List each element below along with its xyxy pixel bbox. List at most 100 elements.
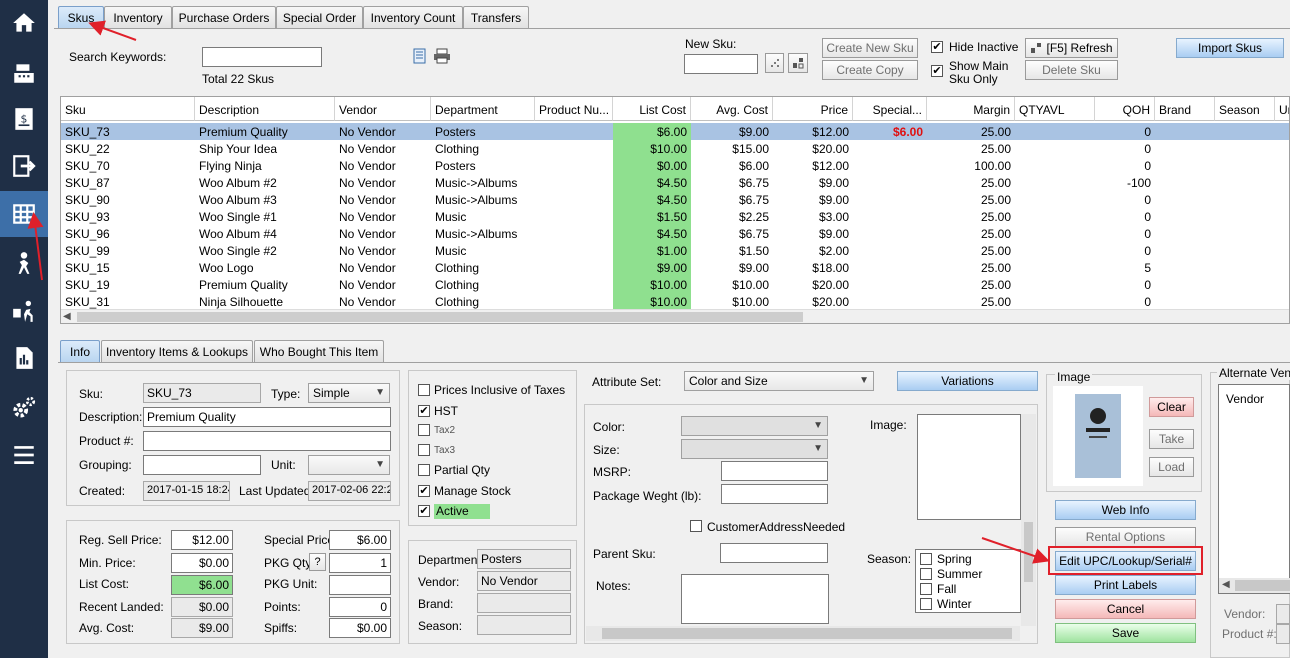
table-row[interactable]: SKU_93 Woo Single #1 No Vendor Music $1.50 $2…	[61, 208, 1289, 225]
alternate-vendor-list[interactable]	[1218, 384, 1290, 594]
take-image-button[interactable]: Take	[1149, 429, 1194, 449]
table-row[interactable]: SKU_70 Flying Ninja No Vendor Posters $0.00 $…	[61, 157, 1289, 174]
web-info-button[interactable]: Web Info	[1055, 500, 1196, 520]
search-input[interactable]	[202, 47, 322, 67]
table-row[interactable]: SKU_19 Premium Quality No Vendor Clothing $1…	[61, 276, 1289, 293]
column-header[interactable]: Season	[1215, 97, 1275, 121]
rental-options-button[interactable]: Rental Options	[1055, 527, 1196, 547]
tab-transfers[interactable]: Transfers	[463, 6, 529, 28]
table-row[interactable]: SKU_73 Premium Quality No Vendor Posters $6.…	[61, 123, 1289, 140]
scrollbar-thumb[interactable]	[602, 628, 1012, 639]
clear-image-button[interactable]: Clear	[1149, 397, 1194, 417]
table-row[interactable]: SKU_15 Woo Logo No Vendor Clothing $9.00 $9.0…	[61, 259, 1289, 276]
column-header[interactable]: QTYAVL	[1015, 97, 1095, 121]
option-checkbox[interactable]	[418, 444, 430, 456]
show-main-sku-checkbox[interactable]: ✔	[931, 65, 943, 77]
menu-icon[interactable]	[0, 432, 48, 478]
customer-address-checkbox[interactable]	[690, 520, 702, 532]
type-select[interactable]: Simple ▼	[308, 383, 390, 403]
tab-inventory-count[interactable]: Inventory Count	[363, 6, 463, 28]
column-header[interactable]: Sku	[61, 97, 195, 121]
tab-skus[interactable]: Skus	[58, 6, 104, 28]
refresh-button[interactable]: [F5] Refresh	[1025, 38, 1118, 58]
column-header[interactable]: Unit Type	[1275, 97, 1289, 121]
load-image-button[interactable]: Load	[1149, 457, 1194, 477]
table-row[interactable]: SKU_96 Woo Album #4 No Vendor Music->Albums…	[61, 225, 1289, 242]
column-header[interactable]: Avg. Cost	[691, 97, 773, 121]
column-header[interactable]: Department	[431, 97, 535, 121]
table-row[interactable]: SKU_31 Ninja Silhouette No Vendor Clothing $…	[61, 293, 1289, 310]
column-header[interactable]: QOH	[1095, 97, 1155, 121]
save-button[interactable]: Save	[1055, 623, 1196, 643]
cancel-button[interactable]: Cancel	[1055, 599, 1196, 619]
register-icon[interactable]	[0, 50, 48, 96]
table-row[interactable]: SKU_99 Woo Single #2 No Vendor Music $1.00 $1…	[61, 242, 1289, 259]
attribute-set-select[interactable]: Color and Size ▼	[684, 371, 874, 391]
document-icon[interactable]	[412, 48, 428, 64]
reg-price-field[interactable]: $12.00	[171, 530, 233, 550]
weight-field[interactable]	[721, 484, 828, 504]
description-field[interactable]: Premium Quality	[143, 407, 391, 427]
option-checkbox[interactable]	[418, 464, 430, 476]
delivery-icon[interactable]	[0, 288, 48, 334]
scroll-left-icon[interactable]: ◀	[63, 311, 71, 322]
alt-vendor-field[interactable]	[1276, 604, 1290, 624]
tab-purchase-orders[interactable]: Purchase Orders	[172, 6, 276, 28]
vertical-scrollbar[interactable]	[1021, 414, 1036, 626]
column-header[interactable]: Brand	[1155, 97, 1215, 121]
horizontal-scrollbar[interactable]: ◀	[61, 309, 1289, 323]
unit-select[interactable]: ▼	[308, 455, 390, 475]
min-price-field[interactable]: $0.00	[171, 553, 233, 573]
tab-inventory-items[interactable]: Inventory Items & Lookups	[101, 340, 253, 362]
scrollbar-thumb[interactable]	[1235, 580, 1290, 591]
msrp-field[interactable]	[721, 461, 828, 481]
product-field[interactable]	[143, 431, 391, 451]
size-select[interactable]: ▼	[681, 439, 828, 459]
generate-sku-icon[interactable]	[765, 53, 784, 73]
pkg-qty-help-button[interactable]: ?	[309, 553, 326, 571]
season-checkbox[interactable]	[920, 553, 932, 565]
column-header[interactable]: Price	[773, 97, 853, 121]
brand-field[interactable]	[477, 593, 571, 613]
color-select[interactable]: ▼	[681, 416, 828, 436]
horizontal-scrollbar[interactable]: ◀	[1219, 578, 1290, 593]
inventory-icon[interactable]	[0, 191, 48, 237]
column-header[interactable]: Special...	[853, 97, 927, 121]
sku-grid[interactable]: Sku Description Vendor Department Product Nu…	[60, 96, 1290, 324]
settings-icon[interactable]	[0, 385, 48, 431]
table-row[interactable]: SKU_87 Woo Album #2 No Vendor Music->Albums…	[61, 174, 1289, 191]
list-cost-field[interactable]: $6.00	[171, 575, 233, 595]
option-checkbox[interactable]	[418, 384, 430, 396]
barcode-icon[interactable]	[788, 53, 808, 73]
pkg-unit-field[interactable]	[329, 575, 391, 595]
points-field[interactable]: 0	[329, 597, 391, 617]
variations-button[interactable]: Variations	[897, 371, 1038, 391]
season-checkbox[interactable]	[920, 583, 932, 595]
notes-field[interactable]	[681, 574, 829, 624]
table-row[interactable]: SKU_90 Woo Album #3 No Vendor Music->Albums…	[61, 191, 1289, 208]
create-new-sku-button[interactable]: Create New Sku	[822, 38, 918, 58]
column-header[interactable]: Description	[195, 97, 335, 121]
delete-sku-button[interactable]: Delete Sku	[1025, 60, 1118, 80]
hide-inactive-checkbox[interactable]: ✔	[931, 41, 943, 53]
vendor-field[interactable]: No Vendor	[477, 571, 571, 591]
season-checkbox[interactable]	[920, 568, 932, 580]
home-icon[interactable]	[0, 0, 48, 46]
column-header[interactable]: List Cost	[613, 97, 691, 121]
grouping-field[interactable]	[143, 455, 261, 475]
tab-who-bought[interactable]: Who Bought This Item	[254, 340, 384, 362]
department-field[interactable]: Posters	[477, 549, 571, 569]
report-icon[interactable]	[0, 335, 48, 381]
print-labels-button[interactable]: Print Labels	[1055, 575, 1196, 595]
option-checkbox[interactable]: ✔	[418, 505, 430, 517]
column-header[interactable]: Product Nu...	[535, 97, 613, 121]
season-checkbox[interactable]	[920, 598, 932, 610]
table-row[interactable]: SKU_22 Ship Your Idea No Vendor Clothing $10…	[61, 140, 1289, 157]
column-header[interactable]: Margin	[927, 97, 1015, 121]
import-skus-button[interactable]: Import Skus	[1176, 38, 1284, 58]
pkg-qty-field[interactable]: 1	[329, 553, 391, 573]
option-checkbox[interactable]: ✔	[418, 405, 430, 417]
option-checkbox[interactable]	[418, 424, 430, 436]
parent-sku-field[interactable]	[720, 543, 828, 563]
scroll-left-icon[interactable]: ◀	[1222, 579, 1230, 590]
